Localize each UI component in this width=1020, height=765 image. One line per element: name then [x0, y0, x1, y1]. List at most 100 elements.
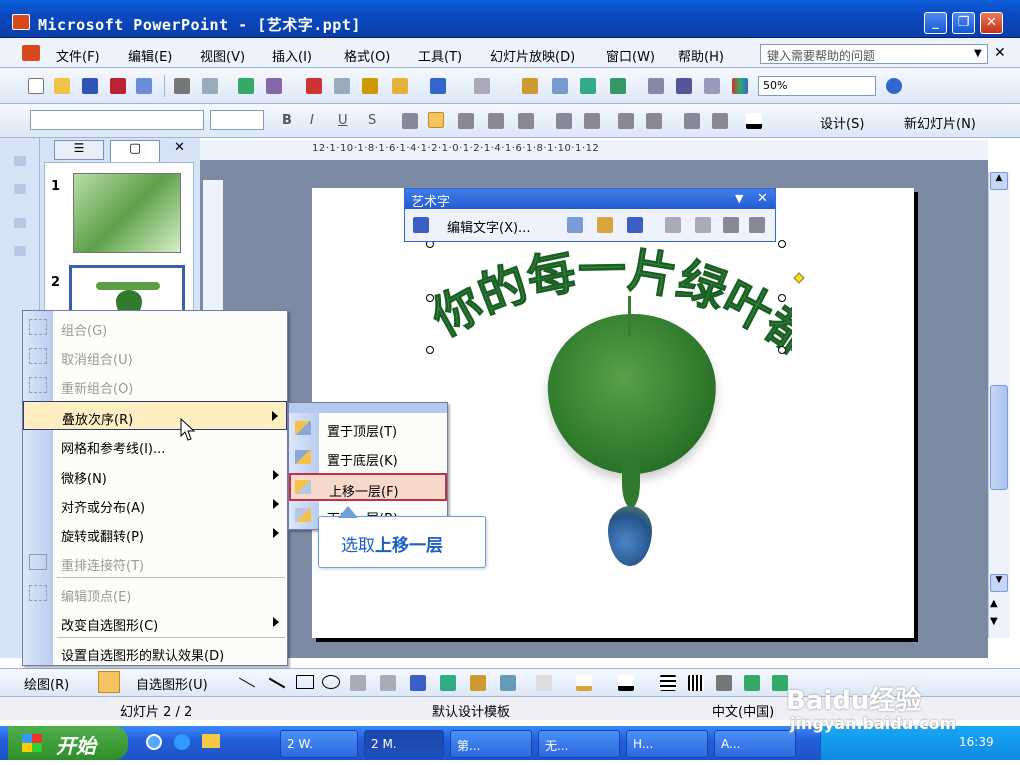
help-search-input[interactable]: 键入需要帮助的问题	[760, 44, 988, 64]
diagram-icon[interactable]	[440, 675, 456, 691]
menu-item-group[interactable]: 组合(G)	[23, 313, 287, 342]
menu-item-ungroup[interactable]: 取消组合(U)	[23, 342, 287, 371]
selection-handle[interactable]	[778, 240, 786, 248]
help-dropdown-icon[interactable]: ▼	[974, 48, 982, 59]
line-style-icon[interactable]	[660, 675, 676, 691]
line-color-icon[interactable]	[576, 675, 592, 691]
move-up-icon[interactable]	[14, 218, 26, 228]
distribute-icon[interactable]	[518, 113, 534, 129]
shadow-style-icon[interactable]	[744, 675, 760, 691]
align-center-icon[interactable]	[428, 112, 444, 128]
new-slide-button[interactable]: 新幻灯片(N)	[904, 113, 976, 132]
menu-edit[interactable]: 编辑(E)	[128, 46, 172, 65]
menu-insert[interactable]: 插入(I)	[272, 46, 312, 65]
folder-icon[interactable]	[202, 734, 220, 748]
selection-handle[interactable]	[778, 346, 786, 354]
menu-item-default-shape[interactable]: 设置自选图形的默认效果(D)	[23, 638, 287, 667]
table-icon[interactable]	[552, 78, 568, 94]
menu-item-order[interactable]: 叠放次序(R)	[23, 401, 287, 430]
align-left-icon[interactable]	[402, 113, 418, 129]
font-select[interactable]	[30, 110, 204, 130]
menu-window[interactable]: 窗口(W)	[606, 46, 655, 65]
task-h[interactable]: H...	[626, 730, 708, 758]
toolbar-options-icon[interactable]: ▼	[735, 192, 743, 205]
menu-item-rotate[interactable]: 旋转或翻转(P)	[23, 519, 287, 548]
menu-help[interactable]: 帮助(H)	[678, 46, 724, 65]
cut-icon[interactable]	[306, 78, 322, 94]
decrease-indent-icon[interactable]	[684, 113, 700, 129]
submenu-bring-to-front[interactable]: 置于顶层(T)	[289, 415, 447, 443]
justify-icon[interactable]	[488, 113, 504, 129]
menu-tools[interactable]: 工具(T)	[418, 46, 462, 65]
align-right-icon[interactable]	[458, 113, 474, 129]
document-icon[interactable]	[22, 45, 40, 61]
demote-icon[interactable]	[14, 184, 26, 194]
arrow-style-icon[interactable]	[716, 675, 732, 691]
menu-item-grid[interactable]: 网格和参考线(I)...	[23, 431, 287, 460]
shadow-button[interactable]: S	[368, 113, 376, 128]
chart-icon[interactable]	[522, 78, 538, 94]
minimize-button[interactable]: _	[924, 12, 947, 34]
print-icon[interactable]	[174, 78, 190, 94]
promote-icon[interactable]	[14, 156, 26, 166]
char-spacing-icon[interactable]	[749, 217, 765, 233]
arrow-icon[interactable]	[268, 677, 286, 689]
submenu-bring-forward[interactable]: 上移一层(F)	[289, 473, 447, 501]
adjust-handle[interactable]	[793, 272, 805, 284]
restore-button[interactable]: ❐	[952, 12, 975, 34]
numbering-icon[interactable]	[556, 113, 572, 129]
toolbar-close-icon[interactable]: ✕	[757, 191, 768, 206]
scroll-up-icon[interactable]: ▲	[990, 172, 1008, 190]
menu-format[interactable]: 格式(O)	[344, 46, 390, 65]
doc-close-icon[interactable]: ✕	[994, 45, 1006, 61]
paste-icon[interactable]	[362, 78, 378, 94]
wordart-shape-icon[interactable]	[627, 217, 643, 233]
selection-handle[interactable]	[426, 294, 434, 302]
wordart-gallery-icon[interactable]	[567, 217, 583, 233]
task-powerpoint[interactable]: 2 M.	[364, 730, 444, 758]
open-icon[interactable]	[54, 78, 70, 94]
email-icon[interactable]	[136, 78, 152, 94]
expand-all-icon[interactable]	[648, 78, 664, 94]
zoom-select[interactable]: 50%	[758, 76, 876, 96]
ie-icon[interactable]	[146, 734, 162, 750]
prev-slide-icon[interactable]: ▲	[990, 598, 998, 609]
close-button[interactable]: ✕	[980, 12, 1003, 34]
print-preview-icon[interactable]	[202, 78, 218, 94]
underline-button[interactable]: U	[338, 113, 348, 128]
save-icon[interactable]	[82, 78, 98, 94]
undo-icon[interactable]	[430, 78, 446, 94]
powerpoint-app-icon[interactable]	[12, 14, 30, 30]
pane-close-icon[interactable]: ✕	[174, 140, 185, 155]
bullets-icon[interactable]	[584, 113, 600, 129]
rectangle-icon[interactable]	[296, 675, 314, 689]
edit-text-button[interactable]: 编辑文字(X)...	[447, 217, 530, 236]
italic-button[interactable]: I	[310, 113, 314, 128]
increase-font-icon[interactable]	[618, 113, 634, 129]
alignment-icon[interactable]	[723, 217, 739, 233]
spelling-icon[interactable]	[238, 78, 254, 94]
textbox-icon[interactable]	[350, 675, 366, 691]
insert-wordart-icon[interactable]	[413, 217, 429, 233]
fill-color-icon[interactable]	[536, 675, 552, 691]
vertical-text-icon[interactable]	[695, 217, 711, 233]
permission-icon[interactable]	[110, 78, 126, 94]
menu-file[interactable]: 文件(F)	[56, 46, 100, 65]
tables-borders-icon[interactable]	[580, 78, 596, 94]
font-color-icon[interactable]	[746, 113, 762, 129]
line-icon[interactable]	[238, 677, 256, 688]
next-slide-icon[interactable]: ▼	[990, 616, 998, 627]
redo-icon[interactable]	[474, 78, 490, 94]
show-formatting-icon[interactable]	[676, 78, 692, 94]
font-color-draw-icon[interactable]	[618, 675, 634, 691]
scroll-thumb[interactable]	[990, 385, 1008, 490]
submenu-send-to-back[interactable]: 置于底层(K)	[289, 444, 447, 472]
task-a[interactable]: A...	[714, 730, 796, 758]
menu-item-change-shape[interactable]: 改变自选图形(C)	[23, 608, 287, 637]
help-icon[interactable]	[886, 78, 902, 94]
tab-slides[interactable]: ▢	[110, 140, 160, 162]
bold-button[interactable]: B	[282, 113, 292, 128]
task-word[interactable]: 第...	[450, 730, 532, 758]
task-folder[interactable]: 2 W.	[280, 730, 358, 758]
draw-menu-button[interactable]: 绘图(R)	[24, 674, 69, 693]
